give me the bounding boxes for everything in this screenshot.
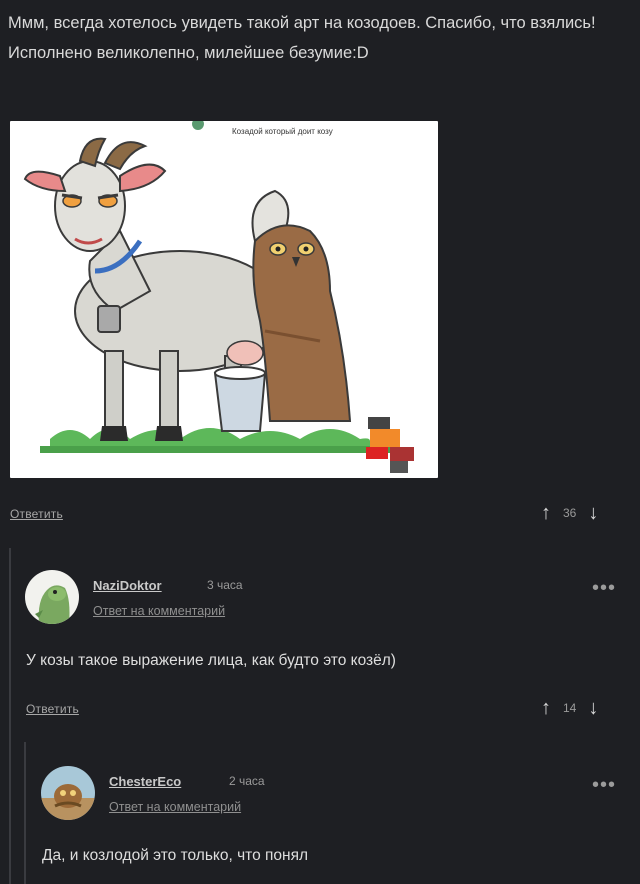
avatar[interactable]: [25, 570, 79, 624]
upvote-icon[interactable]: ↑: [541, 503, 551, 523]
avatar-image: [41, 766, 95, 820]
comment-thread: Ммм, всегда хотелось увидеть такой арт н…: [0, 0, 640, 884]
username[interactable]: NaziDoktor: [93, 578, 162, 593]
image-caption: Козадой который доит козу: [232, 127, 333, 136]
vote-controls: ↑ 36 ↓: [541, 503, 598, 523]
vote-count: 14: [563, 701, 577, 715]
avatar[interactable]: [41, 766, 95, 820]
vote-count: 36: [563, 506, 577, 520]
reply-button[interactable]: Ответить: [10, 507, 63, 521]
comment-text: У козы такое выражение лица, как будто э…: [26, 652, 396, 669]
goat-owl-illustration: Козадой который доит козу: [23, 121, 414, 473]
upvote-icon[interactable]: ↑: [541, 698, 551, 718]
more-options-icon[interactable]: •••: [592, 775, 616, 795]
comment-text: Да, и козлодой это только, что понял: [42, 847, 309, 864]
more-options-icon[interactable]: •••: [592, 578, 616, 598]
timestamp: 3 часа: [207, 578, 243, 592]
avatar-image: [25, 570, 79, 624]
reply-to-link[interactable]: Ответ на комментарий: [93, 604, 225, 618]
reply-button[interactable]: Ответить: [26, 702, 79, 716]
downvote-icon[interactable]: ↓: [588, 698, 598, 718]
top-comment-text: Ммм, всегда хотелось увидеть такой арт н…: [8, 14, 596, 62]
downvote-icon[interactable]: ↓: [588, 503, 598, 523]
comment-image[interactable]: Козадой который доит козу: [10, 121, 438, 478]
thread-line[interactable]: [9, 548, 11, 884]
username[interactable]: ChesterEco: [109, 774, 181, 789]
timestamp: 2 часа: [229, 774, 265, 788]
vote-controls: ↑ 14 ↓: [541, 698, 598, 718]
thread-line[interactable]: [24, 742, 26, 884]
reply-to-link[interactable]: Ответ на комментарий: [109, 800, 241, 814]
